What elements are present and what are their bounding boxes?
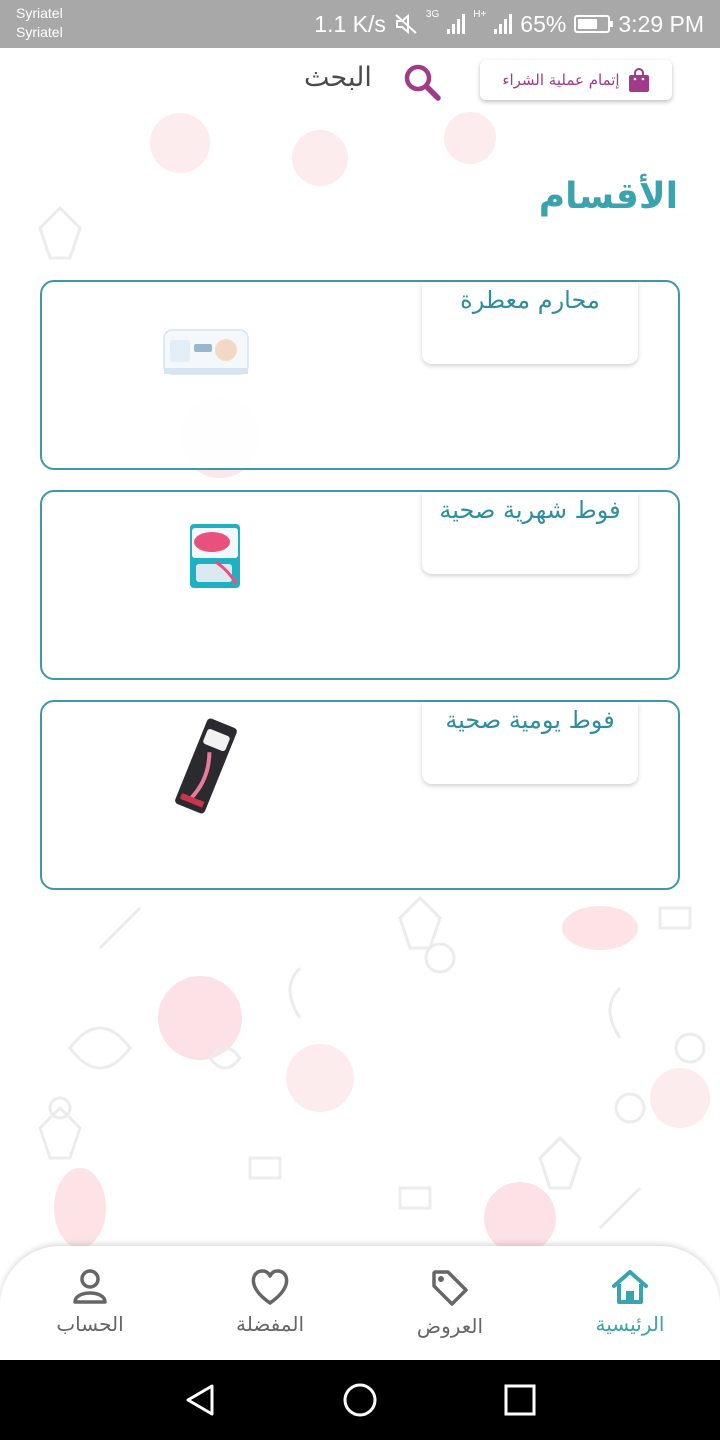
category-card-wet-wipes[interactable]: محارم معطرة: [40, 280, 680, 470]
signal-icon: [447, 14, 466, 34]
nav-label: المفضلة: [235, 1312, 305, 1336]
back-icon[interactable]: [180, 1380, 220, 1420]
category-label: فوط يومية صحية: [445, 706, 615, 734]
category-label-box: محارم معطرة: [422, 282, 638, 364]
clock: 3:29 PM: [618, 10, 704, 37]
battery-percent: 65%: [520, 10, 567, 37]
nav-label: العروض: [416, 1314, 484, 1338]
category-card-panty-liners[interactable]: فوط يومية صحية: [40, 700, 680, 890]
shopping-bag-icon: [628, 68, 649, 92]
nav-offers[interactable]: العروض: [370, 1268, 530, 1338]
system-navigation-bar: [0, 1360, 720, 1440]
bottom-navigation: الرئيسية العروض المفضلة الحساب: [0, 1246, 720, 1360]
nav-favorites[interactable]: المفضلة: [190, 1268, 350, 1336]
home-icon: [612, 1270, 648, 1304]
carrier-2: Syriatel: [16, 24, 63, 40]
category-label: محارم معطرة: [460, 286, 600, 314]
status-bar: Syriatel Syriatel 1.1 K/s 3G H+ 65% 3:29…: [0, 0, 720, 48]
wet-wipes-pack-image: [163, 329, 249, 375]
category-label-box: فوط يومية صحية: [422, 702, 638, 784]
heart-icon: [251, 1269, 289, 1305]
nav-account[interactable]: الحساب: [10, 1268, 170, 1336]
checkout-label: إتمام عملية الشراء: [502, 71, 620, 89]
search-icon[interactable]: [402, 62, 442, 102]
network-type-2: H+: [473, 9, 487, 20]
category-label: فوط شهرية صحية: [439, 496, 621, 524]
battery-icon: [574, 15, 614, 33]
sanitary-pads-pack-image: [190, 524, 240, 588]
category-card-sanitary-pads[interactable]: فوط شهرية صحية: [40, 490, 680, 680]
panty-liner-pack-image: [175, 718, 237, 814]
user-icon: [73, 1269, 107, 1304]
status-indicators: 1.1 K/s 3G H+ 65% 3:29 PM: [314, 9, 704, 39]
category-label-box: فوط شهرية صحية: [422, 492, 638, 574]
carrier-1: Syriatel: [16, 5, 63, 21]
home-button-icon[interactable]: [340, 1380, 380, 1420]
nav-label: الحساب: [56, 1312, 124, 1336]
signal-icon-2: [494, 14, 513, 34]
recents-icon[interactable]: [500, 1380, 540, 1420]
tag-icon: [432, 1270, 468, 1306]
network-speed: 1.1 K/s: [314, 10, 386, 37]
network-type: 3G: [425, 9, 440, 20]
nav-label: الرئيسية: [595, 1312, 665, 1336]
section-title: الأقسام: [538, 176, 678, 217]
checkout-button[interactable]: إتمام عملية الشراء: [480, 60, 672, 100]
mute-icon: [395, 13, 417, 35]
carrier-names: Syriatel Syriatel: [16, 4, 63, 42]
search-label[interactable]: البحث: [304, 62, 372, 93]
nav-home[interactable]: الرئيسية: [550, 1268, 710, 1336]
